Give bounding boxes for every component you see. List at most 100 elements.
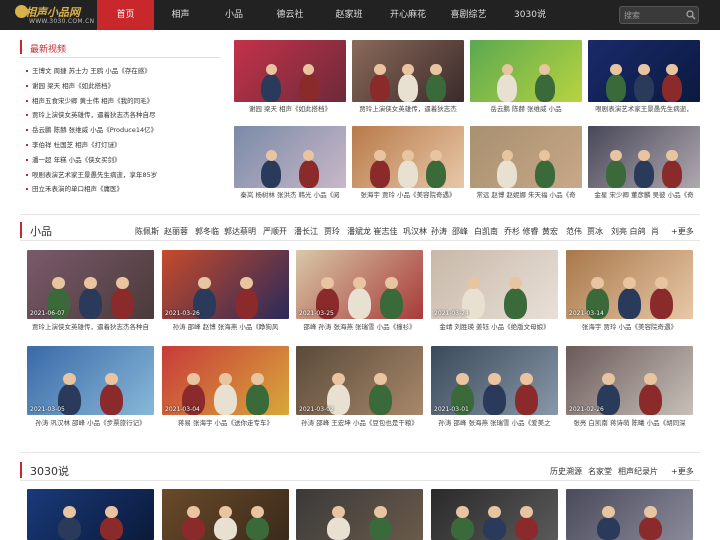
- video-thumbnail[interactable]: [352, 126, 464, 188]
- video-thumbnail[interactable]: 2021-06-07: [27, 250, 154, 319]
- video-thumbnail[interactable]: [431, 489, 558, 540]
- xiaopin-more-link[interactable]: +更多: [671, 226, 694, 237]
- video-caption[interactable]: 孙涛 巩汉林 邵峰 小品《步票旅行记》: [27, 417, 154, 427]
- xiaopin-tag[interactable]: 郭达蔡明: [224, 226, 256, 237]
- nav-item[interactable]: 喜剧综艺: [437, 0, 500, 30]
- search-icon[interactable]: [686, 10, 696, 20]
- latest-video-link[interactable]: 潘一超 年糕 小品《侠女买剑》: [26, 153, 226, 168]
- site-logo[interactable]: 相声小品网 WWW.3030.COM.CN: [15, 3, 97, 27]
- video-thumbnail[interactable]: 2021-03-04: [162, 346, 289, 415]
- video-caption[interactable]: 金星 宋少卿 董彦麟 吴彼 小品《奇: [588, 189, 700, 199]
- video-caption[interactable]: 蒋易 张海宇 小品《送你走专车》: [162, 417, 289, 427]
- search-input[interactable]: [624, 7, 684, 23]
- performer-figure: [79, 287, 102, 319]
- nav-item[interactable]: 开心麻花: [379, 0, 437, 30]
- video-thumbnail[interactable]: [296, 489, 423, 540]
- performer-head: [84, 276, 97, 290]
- xiaopin-tag[interactable]: 郭冬临: [195, 226, 219, 237]
- video-thumbnail[interactable]: 2021-03-14: [566, 250, 693, 319]
- video-date: 2021-03-01: [434, 406, 469, 413]
- video-caption[interactable]: 孙涛 邵峰 张海燕 张瑞雪 小品《爱美之: [431, 417, 558, 427]
- nav-item[interactable]: 相声: [154, 0, 207, 30]
- latest-video-link[interactable]: 相声五食宋少卿 黄士伟 相声《我的同毛》: [26, 94, 226, 109]
- nav-item[interactable]: 3030说: [500, 0, 560, 30]
- nav-item[interactable]: 小品: [207, 0, 261, 30]
- xiaopin-tag[interactable]: 邵峰: [452, 226, 468, 237]
- latest-video-link[interactable]: 田立禾表演的单口相声《庸医》: [26, 182, 226, 197]
- nav-item[interactable]: 首页: [97, 0, 154, 30]
- xiaopin-tag[interactable]: 潘长江: [294, 226, 318, 237]
- performer-figure: [261, 160, 282, 188]
- xiaopin-tag[interactable]: 严顺开: [263, 226, 287, 237]
- latest-video-link[interactable]: 谢园 梁天 相声《如此搭档》: [26, 79, 226, 94]
- performer-head: [105, 372, 118, 386]
- latest-video-link[interactable]: 王博文 周捷 苏士力 王鸥 小品《存在感》: [26, 64, 226, 79]
- video-caption[interactable]: 张海宇 贾玲 小品《美容院奇遇》: [352, 189, 464, 199]
- xiaopin-tag[interactable]: 孙涛: [431, 226, 447, 237]
- video-thumbnail[interactable]: [27, 489, 154, 540]
- xiaopin-tag[interactable]: 巩汉林: [403, 226, 427, 237]
- video-caption[interactable]: 贾玲上演侠女英雄传，逼着狄志杰各种自: [27, 321, 154, 331]
- video-thumbnail[interactable]: [234, 126, 346, 188]
- nav-item[interactable]: 德云社: [261, 0, 319, 30]
- video-caption[interactable]: 谢园 梁天 相声《如此搭档》: [234, 103, 346, 113]
- video-thumbnail[interactable]: 2021-02-26: [566, 346, 693, 415]
- xiaopin-tag[interactable]: 贾玲: [324, 226, 340, 237]
- video-caption[interactable]: 邵峰 孙涛 张海燕 张瑞雪 小品《撞衫》: [296, 321, 423, 331]
- video-caption[interactable]: 张亮 白凯南 蒋诗萌 陈曦 小品《胡同深: [566, 417, 693, 427]
- performer-head: [509, 276, 522, 290]
- video-caption[interactable]: 哏剧表演艺术家王景愚先生病逝，: [588, 103, 700, 113]
- latest-video-link[interactable]: 哏剧表演艺术家王景愚先生病逝，享年85岁: [26, 168, 226, 183]
- video-thumbnail[interactable]: [352, 40, 464, 102]
- video-thumbnail[interactable]: 2021-03-24: [431, 250, 558, 319]
- video-thumbnail[interactable]: 2021-03-05: [27, 346, 154, 415]
- video-thumbnail[interactable]: 2021-03-01: [431, 346, 558, 415]
- video-thumbnail[interactable]: [566, 489, 693, 540]
- video-caption[interactable]: 秦岚 杨树林 张洪杰 韩光 小品《阅: [234, 189, 346, 199]
- sanshi-tag[interactable]: 名家堂: [588, 466, 612, 477]
- video-thumbnail[interactable]: 2021-03-02: [296, 346, 423, 415]
- sanshi-tag[interactable]: 历史溯源: [550, 466, 582, 477]
- sanshi-more-link[interactable]: +更多: [671, 466, 694, 477]
- video-caption[interactable]: 常远 赵博 赵妮娜 朱天福 小品《奇: [470, 189, 582, 199]
- xiaopin-tag[interactable]: 陈佩斯: [135, 226, 159, 237]
- xiaopin-tag[interactable]: 肖: [651, 226, 659, 237]
- xiaopin-tag[interactable]: 贾冰: [587, 226, 603, 237]
- video-caption[interactable]: 孙涛 邵峰 王宏坤 小品《豆包也是干粮》: [296, 417, 423, 427]
- video-thumbnail[interactable]: 2021-03-26: [162, 250, 289, 319]
- section-accent-bar: [20, 222, 22, 238]
- video-thumbnail[interactable]: [234, 40, 346, 102]
- video-thumbnail[interactable]: [470, 40, 582, 102]
- video-caption[interactable]: 孙涛 邵峰 赵博 张海燕 小品《睁狗风: [162, 321, 289, 331]
- performer-figure: [534, 160, 555, 188]
- thumbnail-image: [27, 489, 154, 540]
- logo-url: WWW.3030.COM.CN: [29, 18, 95, 25]
- video-caption[interactable]: 金靖 刘胜瑛 姜钰 小品《绝版文母娘》: [431, 321, 558, 331]
- latest-video-link[interactable]: 岳云鹏 陈赫 张维威 小品《Produce14亿》: [26, 123, 226, 138]
- video-thumbnail[interactable]: [588, 40, 700, 102]
- nav-item[interactable]: 赵家班: [319, 0, 379, 30]
- video-thumbnail[interactable]: [588, 126, 700, 188]
- sanshi-tag[interactable]: 相声纪录片: [618, 466, 658, 477]
- xiaopin-tag[interactable]: 潘斌龙 崔志佳: [347, 226, 398, 237]
- section-accent-bar: [20, 462, 22, 478]
- latest-video-link[interactable]: 贾玲上演侠女英雄传，逼着狄志杰各种自尽: [26, 108, 226, 123]
- xiaopin-tag[interactable]: 刘亮 白鸽: [611, 226, 646, 237]
- video-thumbnail[interactable]: [470, 126, 582, 188]
- latest-video-link[interactable]: 李伯祥 杜国芝 相声《打灯谜》: [26, 138, 226, 153]
- video-caption[interactable]: 张海宇 贾玲 小品《美容院奇遇》: [566, 321, 693, 331]
- performer-head: [638, 64, 650, 76]
- video-date: 2021-03-14: [569, 310, 604, 317]
- video-thumbnail[interactable]: [162, 489, 289, 540]
- xiaopin-tag[interactable]: 范伟: [566, 226, 582, 237]
- xiaopin-tag[interactable]: 白凯南: [474, 226, 498, 237]
- performer-head: [654, 276, 668, 290]
- video-caption[interactable]: 贾玲上演侠女英雄传，逼着狄志杰: [352, 103, 464, 113]
- video-caption[interactable]: 岳云鹏 陈赫 张维威 小品: [470, 103, 582, 113]
- xiaopin-tag[interactable]: 黄宏: [542, 226, 558, 237]
- video-thumbnail[interactable]: 2021-03-25: [296, 250, 423, 319]
- performer-head: [250, 505, 264, 519]
- xiaopin-tag[interactable]: 赵丽蓉: [164, 226, 188, 237]
- xiaopin-tag[interactable]: 乔杉 修睿: [504, 226, 539, 237]
- performer-figure: [605, 160, 627, 188]
